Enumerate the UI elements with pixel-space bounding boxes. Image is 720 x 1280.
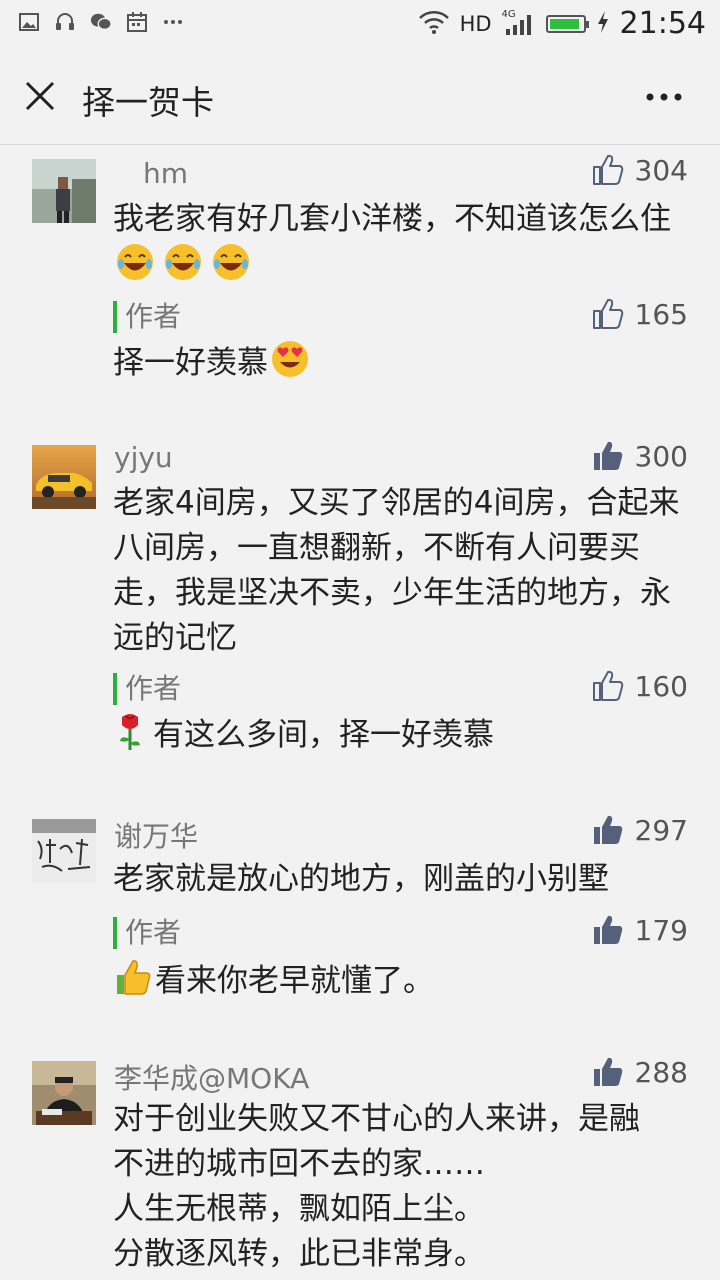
avatar[interactable] bbox=[32, 1061, 96, 1125]
reply-text: 看来你老早就懂了。 bbox=[113, 957, 688, 1010]
reply-like-count: 179 bbox=[634, 913, 688, 947]
commenter-name[interactable]: hm bbox=[143, 157, 188, 190]
gallery-icon bbox=[18, 12, 40, 32]
avatar[interactable] bbox=[32, 159, 96, 223]
comment-line: 对于创业失败又不甘心的人来讲，是融 bbox=[113, 1101, 640, 1137]
reply-body: 择一好羡慕 bbox=[113, 345, 268, 381]
commenter-name[interactable]: yjyu bbox=[114, 441, 173, 474]
like-button[interactable]: 300 bbox=[591, 439, 688, 473]
title-bar: 择一贺卡 bbox=[0, 50, 720, 145]
comment-line: 不进的城市回不去的家…… bbox=[113, 1146, 485, 1182]
thumbs-up-icon bbox=[591, 813, 625, 847]
clock: 21:54 bbox=[619, 6, 706, 41]
like-count: 300 bbox=[634, 439, 688, 473]
like-count: 288 bbox=[634, 1055, 688, 1089]
status-bar: HD 4G 21:54 bbox=[0, 0, 720, 50]
comment-text: 老家4间房，又买了邻居的4间房，合起来八间房，一直想翻新，不断有人问要买走，我是… bbox=[113, 485, 680, 656]
notification-icons bbox=[18, 12, 184, 32]
thumbs-up-icon bbox=[591, 297, 625, 331]
thumbs-up-icon bbox=[591, 439, 625, 473]
calendar-icon bbox=[126, 12, 148, 32]
like-count: 304 bbox=[634, 153, 688, 187]
heart-eyes-emoji-icon bbox=[270, 339, 310, 392]
author-reply-label: 作者 bbox=[113, 917, 181, 949]
reply-like-button[interactable]: 179 bbox=[591, 913, 688, 947]
comment-text: 对于创业失败又不甘心的人来讲，是融 不进的城市回不去的家…… 人生无根蒂，飘如陌… bbox=[113, 1097, 688, 1277]
reply-text: 有这么多间，择一好羡慕 bbox=[113, 711, 688, 764]
comment-text: 我老家有好几套小洋楼，不知道该怎么住 bbox=[113, 197, 688, 295]
avatar[interactable] bbox=[32, 819, 96, 883]
thumbs-up-icon bbox=[591, 1055, 625, 1089]
page-title: 择一贺卡 bbox=[82, 83, 214, 122]
author-reply-label: 作者 bbox=[113, 673, 181, 705]
thumbs-up-icon bbox=[591, 669, 625, 703]
reply-like-count: 165 bbox=[634, 297, 688, 331]
like-button[interactable]: 297 bbox=[591, 813, 688, 847]
comment-line: 人生无根蒂，飘如陌上尘。 bbox=[113, 1191, 485, 1227]
comment-body: 我老家有好几套小洋楼，不知道该怎么住 bbox=[113, 201, 671, 237]
thumbs-up-icon bbox=[591, 153, 625, 187]
laughing-emoji-icon bbox=[163, 242, 203, 295]
rose-emoji-icon bbox=[113, 711, 147, 764]
close-icon bbox=[25, 81, 55, 111]
system-status: HD 4G 21:54 bbox=[418, 6, 706, 41]
like-count: 297 bbox=[634, 813, 688, 847]
battery-icon bbox=[545, 14, 589, 33]
laughing-emoji-icon bbox=[211, 242, 251, 295]
wechat-icon bbox=[90, 12, 112, 32]
laughing-emoji-icon bbox=[115, 242, 155, 295]
reply-text: 择一好羡慕 bbox=[113, 339, 688, 392]
comment-list[interactable]: hm 304 我老家有好几套小洋楼，不知道该怎么住 作者 165 择一好羡慕 y… bbox=[0, 145, 720, 1280]
author-reply-label: 作者 bbox=[113, 301, 181, 333]
reply-body: 看来你老早就懂了。 bbox=[155, 963, 434, 999]
commenter-name[interactable]: 李华成@MOKA bbox=[114, 1057, 309, 1097]
reply-like-button[interactable]: 160 bbox=[591, 669, 688, 703]
commenter-name[interactable]: 谢万华 bbox=[114, 815, 198, 855]
battery-level bbox=[549, 18, 579, 29]
network-label: HD bbox=[459, 11, 492, 36]
comment-line: 分散逐风转，此已非常身。 bbox=[113, 1236, 485, 1272]
reply-like-button[interactable]: 165 bbox=[591, 297, 688, 331]
more-icon bbox=[646, 93, 682, 101]
headset-icon bbox=[54, 12, 76, 32]
comment-text: 老家就是放心的地方，刚盖的小别墅 bbox=[113, 861, 609, 897]
signal-icon: 4G bbox=[502, 9, 536, 37]
reply-like-count: 160 bbox=[634, 669, 688, 703]
wifi-icon bbox=[418, 10, 450, 38]
charging-icon bbox=[596, 10, 610, 38]
like-button[interactable]: 304 bbox=[591, 153, 688, 187]
avatar[interactable] bbox=[32, 445, 96, 509]
more-notifications-icon bbox=[162, 12, 184, 32]
like-button[interactable]: 288 bbox=[591, 1055, 688, 1089]
thumbs-up-icon bbox=[591, 913, 625, 947]
reply-body: 有这么多间，择一好羡慕 bbox=[153, 717, 494, 753]
thumbs-up-emoji-icon bbox=[113, 957, 153, 1010]
close-button[interactable] bbox=[22, 78, 58, 114]
more-options-button[interactable] bbox=[642, 80, 686, 114]
